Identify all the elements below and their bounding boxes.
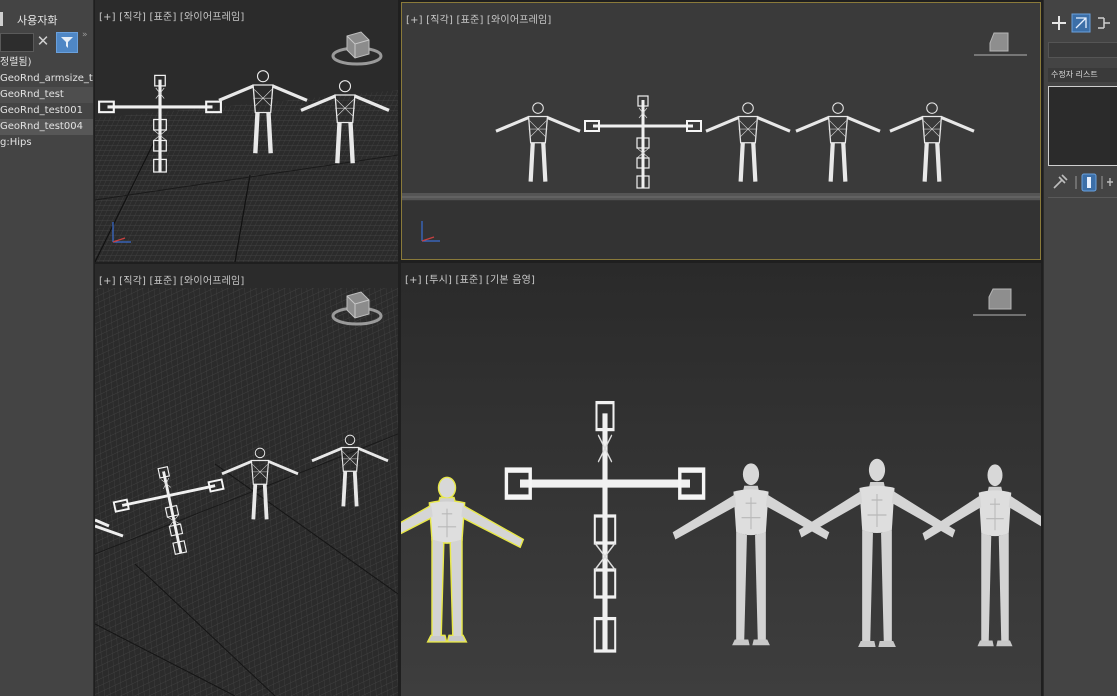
more-icon[interactable]: » [82, 30, 88, 40]
viewport-top-right[interactable]: [+] [직각] [표준] [와이어프레임] [401, 2, 1041, 260]
viewport-scene [95, 30, 398, 262]
viewport-label[interactable]: [+] [직각] [표준] [와이어프레임] [406, 11, 552, 26]
scene-explorer-panel: 사용자화 ✕ » 정렬됨) GeoRnd_armsize_t GeoRnd_te… [0, 0, 94, 696]
layout-tab-custom[interactable]: 사용자화 [17, 12, 57, 28]
show-end-result-icon [1087, 177, 1091, 188]
search-input[interactable] [0, 33, 34, 52]
viewport-label[interactable]: [+] [직각] [표준] [와이어프레임] [99, 8, 245, 23]
modifier-stack[interactable] [1048, 86, 1117, 166]
list-item[interactable]: GeoRnd_test [0, 87, 93, 103]
command-tabs-icons [1052, 13, 1110, 33]
filter-button[interactable] [56, 32, 78, 53]
viewport-bottom-right[interactable]: [+] [투시] [표준] [기본 음영] [401, 263, 1041, 696]
viewport-scene [95, 288, 398, 696]
stack-tools-icons [1053, 173, 1113, 192]
command-panel: 수정자 리스트 [1043, 0, 1117, 696]
hierarchy-icon [1098, 17, 1110, 29]
list-item[interactable]: GeoRnd_test001 [0, 103, 93, 119]
stack-toolbar [1050, 172, 1117, 192]
create-icon [1052, 16, 1066, 30]
panel-handle[interactable] [0, 12, 3, 26]
make-unique-icon [1107, 178, 1113, 186]
scene-explorer-header: 사용자화 [0, 12, 93, 28]
pin-stack-icon [1053, 174, 1068, 189]
object-name-input[interactable] [1048, 42, 1117, 58]
viewport-scene [401, 263, 1041, 696]
command-panel-tabs [1044, 8, 1117, 38]
viewport-label[interactable]: [+] [직각] [표준] [와이어프레임] [99, 272, 245, 287]
list-item[interactable]: GeoRnd_test004 [0, 119, 93, 135]
clear-search-icon[interactable]: ✕ [36, 32, 50, 50]
list-item[interactable]: g:Hips [0, 135, 93, 151]
viewport-bottom-left[interactable]: [+] [직각] [표준] [와이어프레임] [95, 264, 398, 696]
modifier-list-dropdown[interactable]: 수정자 리스트 [1048, 68, 1117, 82]
viewport-label[interactable]: [+] [투시] [표준] [기본 음영] [405, 271, 535, 286]
list-item[interactable]: 정렬됨) [0, 55, 93, 71]
list-item[interactable]: GeoRnd_armsize_t [0, 71, 93, 87]
divider [1048, 197, 1117, 198]
viewport-top-left[interactable]: [+] [직각] [표준] [와이어프레임] [95, 0, 398, 262]
viewport-scene [402, 32, 1040, 259]
filter-icon [61, 37, 73, 48]
